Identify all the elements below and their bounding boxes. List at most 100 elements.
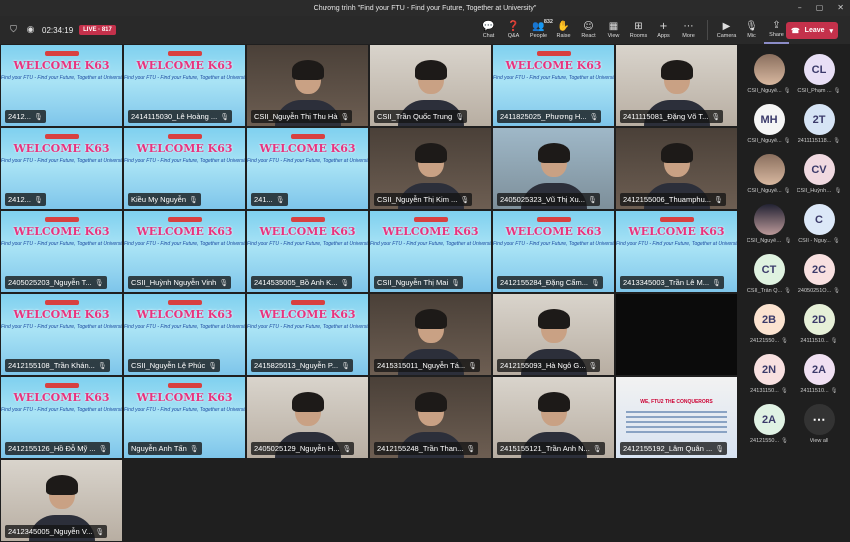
school-logo <box>290 134 325 139</box>
video-tile[interactable]: WELCOME K63 Find your FTU - Find your Fut… <box>615 210 738 293</box>
participant-name-tag: CSII_Nguyễn Thị Mai 🎙 <box>374 276 464 289</box>
close-icon[interactable]: ✕ <box>837 3 844 12</box>
participant-label: 24111510... <box>800 338 829 344</box>
mic-muted-icon: 🎙 <box>833 288 841 294</box>
participant-avatar-cell[interactable]: CSII_Nguyễ... 🎙 <box>746 52 792 100</box>
welcome-subtitle: Find your FTU - Find your Future, Togeth… <box>124 324 246 330</box>
video-tile[interactable]: WELCOME K63 Find your FTU - Find your Fut… <box>246 127 369 210</box>
video-tile[interactable]: CSII_Trần Quốc Trung 🎙 <box>369 44 492 127</box>
participant-name: 2405025129_Nguyễn H... <box>254 444 340 453</box>
qa-button[interactable]: ❓ Q&A <box>501 16 526 44</box>
welcome-subtitle: Find your FTU - Find your Future, Togeth… <box>1 407 123 413</box>
school-logo <box>167 383 202 388</box>
participant-avatar-cell[interactable]: 2N 24131150... 🎙 <box>746 352 792 400</box>
video-tile[interactable]: WELCOME K63 Find your FTU - Find your Fut… <box>123 376 246 459</box>
welcome-subtitle: Find your FTU - Find your Future, Togeth… <box>247 158 369 164</box>
video-tile[interactable] <box>615 293 738 376</box>
minimize-icon[interactable]: – <box>798 3 802 12</box>
participant-label: CSII_Trần Q... <box>746 288 783 294</box>
participant-avatar-cell[interactable]: CL CSII_Phạm ... 🎙 <box>796 52 842 100</box>
mic-button[interactable]: 🎙 Mic <box>739 16 764 44</box>
participant-avatar-cell[interactable]: 2A 24111510... 🎙 <box>796 352 842 400</box>
mic-muted-icon: 🎙 <box>592 444 602 453</box>
video-tile[interactable]: WELCOME K63 Find your FTU - Find your Fut… <box>246 293 369 376</box>
participant-name-tag: 2412155248_Trần Than... 🎙 <box>374 442 479 455</box>
participant-avatar-cell[interactable]: CSII_Nguyễn Th...🎙 <box>746 202 792 250</box>
participant-avatar-cell[interactable]: 2C 24050251O... 🎙 <box>796 252 842 300</box>
video-tile[interactable]: 2411115081_Đặng Võ T... 🎙 <box>615 44 738 127</box>
chat-button[interactable]: 💬 Chat <box>476 16 501 44</box>
mic-muted-icon: 🎙 <box>275 195 285 204</box>
people-button[interactable]: 👥 832 People <box>526 16 553 44</box>
participant-avatar-cell[interactable]: C CSII - Nguy... 🎙 <box>796 202 842 250</box>
shield-icon[interactable]: ⛉ <box>8 25 19 36</box>
participant-avatar-cell[interactable]: CT CSII_Trần Q... 🎙 <box>746 252 792 300</box>
react-button[interactable]: ☺ React <box>576 16 601 44</box>
video-tile[interactable]: WELCOME K63 Find your FTU - Find your Fut… <box>123 210 246 293</box>
video-tile[interactable]: WELCOME K63 Find your FTU - Find your Fut… <box>0 44 123 127</box>
raise-hand-button[interactable]: ✋ Raise <box>551 16 576 44</box>
video-tile[interactable]: WELCOME K63 Find your FTU - Find your Fut… <box>246 210 369 293</box>
participant-avatar-cell[interactable]: CSII_Nguyễ... 🎙 <box>746 152 792 200</box>
video-tile[interactable]: WELCOME K63 Find your FTU - Find your Fut… <box>0 376 123 459</box>
rooms-button[interactable]: ⊞ Rooms <box>626 16 651 44</box>
mic-muted-icon: 🎙 <box>834 188 842 194</box>
video-tile[interactable]: 2412155093_Hà Ngô G... 🎙 <box>492 293 615 376</box>
participant-name-tag: Kiều My Nguyễn 🎙 <box>128 193 201 206</box>
video-tile[interactable]: WELCOME K63 Find your FTU - Find your Fut… <box>369 210 492 293</box>
mic-muted-icon: 🎙 <box>466 444 476 453</box>
video-tile[interactable]: WELCOME K63 Find your FTU - Find your Fut… <box>492 210 615 293</box>
video-tile[interactable]: WELCOME K63 Find your FTU - Find your Fut… <box>123 44 246 127</box>
apps-button[interactable]: + Apps <box>651 16 676 44</box>
mic-muted-icon: 🎙 <box>340 278 350 287</box>
participant-avatar-cell[interactable]: 2A 24121550... 🎙 <box>746 402 792 450</box>
participant-avatar-cell[interactable]: MH CSII_Nguyễ... 🎙 <box>746 102 792 150</box>
video-tile[interactable]: 2415155121_Trần Anh N... 🎙 <box>492 376 615 459</box>
welcome-banner: WELCOME K63 <box>505 225 602 238</box>
video-tile[interactable]: CSII_Nguyễn Thị Thu Hà 🎙 <box>246 44 369 127</box>
school-logo <box>413 217 448 222</box>
participant-avatar-cell[interactable]: 2T 2411115118... 🎙 <box>796 102 842 150</box>
video-tile[interactable]: WELCOME K63 Find your FTU - Find your Fut… <box>0 210 123 293</box>
participant-name-tag: 2411115081_Đặng Võ T... 🎙 <box>620 110 724 123</box>
participant-hair <box>660 142 693 163</box>
view-all-button[interactable]: ⋯ View all <box>796 402 842 450</box>
video-tile[interactable]: WELCOME K63 Find your FTU - Find your Fut… <box>0 293 123 376</box>
participant-hair <box>537 391 570 412</box>
view-button[interactable]: ▦ View <box>601 16 626 44</box>
avatar <box>753 54 785 85</box>
camera-button[interactable]: ▶ Camera <box>714 16 739 44</box>
video-tile[interactable]: 2412155248_Trần Than... 🎙 <box>369 376 492 459</box>
welcome-banner: WELCOME K63 <box>505 59 602 72</box>
video-tile[interactable]: WELCOME K63 Find your FTU - Find your Fut… <box>123 127 246 210</box>
video-tile[interactable]: 2405025129_Nguyễn H... 🎙 <box>246 376 369 459</box>
react-icon: ☺ <box>583 20 594 32</box>
leave-button[interactable]: ☎ Leave ▾ <box>786 22 838 39</box>
avatar: CT <box>753 254 785 285</box>
mic-muted-icon: 🎙 <box>97 361 107 370</box>
participant-label: 24121550... <box>749 338 780 344</box>
welcome-subtitle: Find your FTU - Find your Future, Togeth… <box>493 75 615 81</box>
participant-name-tag: 2412155006_Thuamphu... 🎙 <box>620 193 726 206</box>
participant-label: CSII_Nguyễ... <box>747 88 782 94</box>
participant-avatar-cell[interactable]: 2D 24111510... 🎙 <box>796 302 842 350</box>
video-tile[interactable]: WELCOME K63 Find your FTU - Find your Fut… <box>492 44 615 127</box>
participant-avatar-cell[interactable]: 2B 24121550... 🎙 <box>746 302 792 350</box>
school-logo <box>536 51 571 56</box>
school-logo <box>536 217 571 222</box>
video-tile[interactable]: WELCOME K63 Find your FTU - Find your Fut… <box>0 127 123 210</box>
video-tile[interactable]: WELCOME K63 Find your FTU - Find your Fut… <box>123 293 246 376</box>
chevron-down-icon: ▾ <box>829 27 833 35</box>
video-tile[interactable]: 2405025323_Vũ Thị Xu... 🎙 <box>492 127 615 210</box>
video-tile[interactable]: 2412155006_Thuamphu... 🎙 <box>615 127 738 210</box>
video-tile[interactable]: 2412345005_Nguyễn V... 🎙 <box>0 459 123 542</box>
participant-label: CSII_Nguyễ... <box>747 188 782 194</box>
school-logo <box>44 217 79 222</box>
more-button[interactable]: ⋯ More <box>676 16 701 44</box>
video-tile[interactable]: WE, FTU2 THE CONQUERORS 2412155192_Lâm Qu… <box>615 376 738 459</box>
video-tile[interactable]: 2415315011_Nguyễn Tá... 🎙 <box>369 293 492 376</box>
video-tile[interactable]: CSII_Nguyễn Thị Kim ... 🎙 <box>369 127 492 210</box>
maximize-icon[interactable]: ▢ <box>816 3 824 12</box>
participant-avatar-cell[interactable]: CV CSII_Huỳnh Ng...🎙 <box>796 152 842 200</box>
mic-muted-icon: 🎙 <box>745 20 758 32</box>
